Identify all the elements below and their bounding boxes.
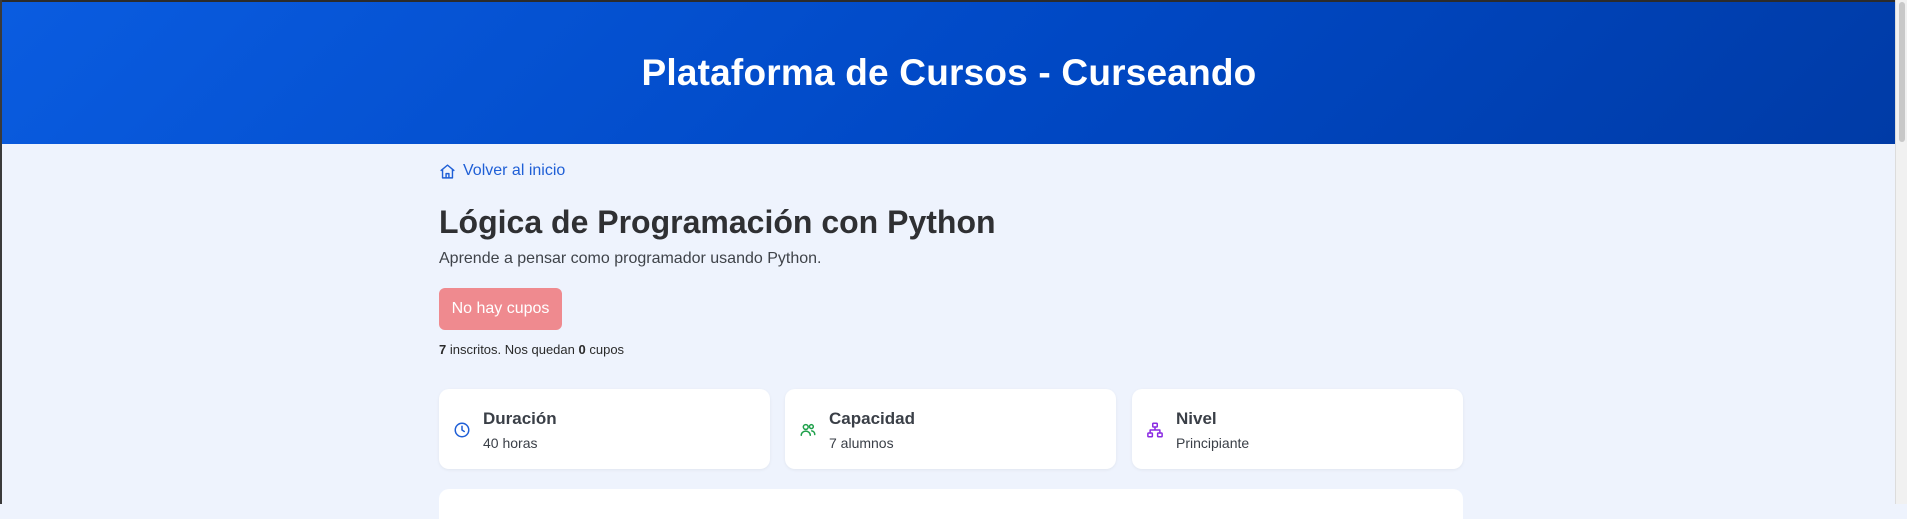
level-value: Principiante: [1176, 435, 1250, 451]
course-description: Aprende a pensar como programador usando…: [439, 250, 822, 267]
home-icon: [440, 163, 455, 179]
back-home-link[interactable]: Volver al inicio: [439, 162, 565, 180]
capacity-label: Capacidad: [829, 409, 915, 428]
scrollbar-thumb[interactable]: [1899, 2, 1905, 142]
course-content-panel: [439, 489, 1463, 519]
course-title: Lógica de Programación con Python: [439, 204, 996, 240]
remaining-count: 0: [578, 342, 586, 357]
back-home-label: Volver al inicio: [463, 162, 566, 179]
duration-label: Duración: [483, 409, 557, 428]
remaining-text: cupos: [589, 342, 625, 357]
vertical-scrollbar[interactable]: [1895, 0, 1907, 504]
no-seats-button[interactable]: No hay cupos: [439, 288, 562, 330]
capacity-card: Capacidad 7 alumnos: [785, 389, 1116, 469]
course-stats: Duración 40 horas Capacidad 7 alumnos Ni…: [439, 389, 1463, 469]
duration-card: Duración 40 horas: [439, 389, 770, 469]
hierarchy-icon: [1147, 422, 1163, 438]
clock-icon: [454, 422, 470, 438]
users-icon: [800, 423, 816, 436]
capacity-value: 7 alumnos: [829, 435, 894, 451]
enrolled-text: inscritos. Nos quedan: [449, 342, 575, 357]
duration-value: 40 horas: [483, 435, 538, 451]
site-header: Plataforma de Cursos - Curseando: [2, 2, 1896, 144]
site-title: Plataforma de Cursos - Curseando: [641, 52, 1257, 93]
level-card: Nivel Principiante: [1132, 389, 1463, 469]
enrollment-info: 7 inscritos. Nos quedan 0 cupos: [439, 342, 624, 357]
enrolled-count: 7: [439, 342, 447, 357]
level-label: Nivel: [1176, 409, 1217, 428]
